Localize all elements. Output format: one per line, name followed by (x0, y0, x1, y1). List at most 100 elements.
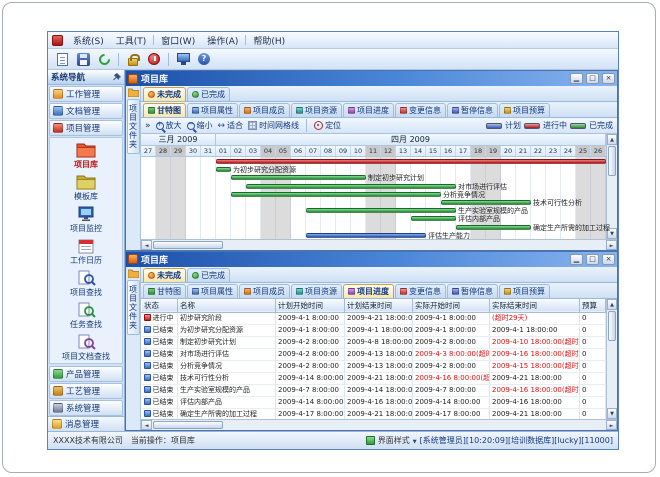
help-button[interactable] (195, 50, 213, 68)
project-folder-tab[interactable]: 项目文件夹 (127, 99, 140, 154)
menu-help[interactable]: 帮助(H) (248, 33, 290, 48)
scroll-up-arrow[interactable]: ▲ (607, 299, 617, 310)
sidebar-group-product[interactable]: 产品管理 (49, 366, 123, 382)
sidebar-item-work-calendar[interactable]: 工作日历 (50, 237, 122, 267)
column-header[interactable]: 计划结束时间 (345, 299, 413, 312)
scroll-thumb[interactable] (153, 241, 223, 249)
tab-gantt[interactable]: 甘特图 (143, 284, 186, 298)
column-header[interactable]: 名称 (178, 299, 276, 312)
scroll-thumb[interactable] (608, 146, 616, 176)
column-header[interactable]: 实际开始时间 (413, 299, 490, 312)
table-row[interactable]: 已结束生产实验室规模的产品2009-4-7 8:00:002009-4-14 1… (142, 384, 607, 396)
tab-pause-info[interactable]: 暂停信息 (447, 284, 498, 298)
tab-project-attributes[interactable]: 项目属性 (187, 103, 238, 117)
table-row[interactable]: 已结束评估内部产品2009-4-14 8:00:002009-4-16 18:0… (142, 396, 607, 408)
tab-project-members[interactable]: 项目成员 (239, 103, 290, 117)
minimize-button[interactable]: ▁ (570, 254, 583, 265)
gantt-bar[interactable] (441, 200, 531, 205)
document-button[interactable] (53, 50, 71, 68)
logout-button[interactable] (145, 50, 163, 68)
window-titlebar[interactable]: 项目库 ▁ □ × (126, 71, 617, 86)
sidebar-group-work[interactable]: 工作管理 (49, 86, 123, 102)
menu-window[interactable]: 窗口(W) (156, 33, 200, 48)
tab-project-budget[interactable]: 项目预算 (499, 103, 550, 117)
scroll-down-arrow[interactable]: ▼ (607, 408, 617, 419)
tab-change-info[interactable]: 变更信息 (395, 103, 446, 117)
lock-button[interactable] (124, 50, 142, 68)
menu-system[interactable]: 系统(S) (68, 33, 109, 48)
style-dropdown-arrow[interactable] (413, 436, 417, 445)
tab-project-budget[interactable]: 项目预算 (499, 284, 550, 298)
tab-project-progress[interactable]: 项目进度 (343, 103, 394, 117)
scroll-right-arrow[interactable]: ► (606, 240, 617, 250)
gantt-bar[interactable] (411, 216, 456, 221)
tab-unfinished[interactable]: 未完成 (143, 87, 186, 101)
gantt-bar[interactable] (246, 184, 456, 189)
scroll-left-arrow[interactable]: ◄ (141, 240, 152, 250)
sidebar-item-project-monitor[interactable]: 项目监控 (50, 205, 122, 235)
table-row[interactable]: 进行中初步研究阶段2009-4-1 8:00:002009-4-21 18:00… (142, 312, 607, 324)
column-header[interactable]: 预算 (580, 299, 606, 312)
scroll-thumb[interactable] (608, 311, 616, 341)
tab-project-members[interactable]: 项目成员 (239, 284, 290, 298)
column-header[interactable]: 计划开始时间 (276, 299, 345, 312)
gantt-bar[interactable] (216, 159, 606, 164)
minimize-button[interactable]: ▁ (570, 73, 583, 84)
sidebar-item-task-search[interactable]: 任务查找 (50, 301, 122, 331)
horizontal-scrollbar[interactable]: ◄ ► (141, 419, 617, 430)
gantt-bar[interactable] (306, 208, 456, 213)
message-management-tab[interactable]: 消息管理 (48, 416, 124, 431)
tab-finished[interactable]: 已完成 (187, 268, 230, 282)
gantt-bar[interactable] (231, 175, 366, 180)
locate-button[interactable]: 定位 (314, 120, 341, 131)
scroll-left-arrow[interactable]: ◄ (141, 420, 152, 430)
sidebar-item-project-library[interactable]: 项目库 (50, 141, 122, 171)
tab-project-resources[interactable]: 项目资源 (291, 284, 342, 298)
zoom-out-button[interactable]: 缩小 (187, 120, 213, 131)
sidebar-item-project-doc-search[interactable]: 项目文档查找 (50, 333, 122, 363)
menu-tools[interactable]: 工具(T) (111, 33, 152, 48)
monitor-button[interactable] (174, 50, 192, 68)
interface-style-label[interactable]: 界面样式 (378, 435, 410, 446)
horizontal-scrollbar[interactable]: ◄ ► (141, 239, 617, 250)
column-header[interactable]: 状态 (142, 299, 178, 312)
table-row[interactable]: 已结束确定生产所需的加工过程2009-4-17 8:00:002009-4-21… (142, 408, 607, 419)
menu-operation[interactable]: 操作(A) (202, 33, 243, 48)
table-row[interactable]: 已结束对市场进行评估2009-4-2 8:00:002009-4-13 18:0… (142, 348, 607, 360)
tab-unfinished[interactable]: 未完成 (143, 268, 186, 282)
sidebar-group-project[interactable]: 项目管理 (49, 120, 123, 136)
overflow-chevron-icon[interactable]: » (145, 121, 151, 131)
table-row[interactable]: 已结束技术可行性分析2009-4-14 8:00:002009-4-21 18:… (142, 372, 607, 384)
column-header[interactable]: 实际结束时间 (490, 299, 580, 312)
close-button[interactable]: × (602, 254, 615, 265)
scroll-thumb[interactable] (153, 421, 223, 429)
table-row[interactable]: 已结束为初步研究分配资源2009-4-1 8:00:002009-4-1 18:… (142, 324, 607, 336)
sidebar-item-project-search[interactable]: 项目查找 (50, 269, 122, 299)
gantt-bar[interactable] (231, 192, 441, 197)
time-grid-button[interactable]: 时间网格线 (248, 120, 299, 131)
tab-finished[interactable]: 已完成 (187, 87, 230, 101)
sidebar-group-craft[interactable]: 工艺管理 (49, 383, 123, 399)
sidebar-item-template-library[interactable]: 模板库 (50, 173, 122, 203)
vertical-scrollbar[interactable]: ▲ ▼ (606, 299, 617, 420)
sidebar-group-document[interactable]: 文档管理 (49, 103, 123, 119)
table-row[interactable]: 已结束分析竞争情况2009-4-2 8:00:002009-4-13 18:00… (142, 360, 607, 372)
table-row[interactable]: 已结束制定初步研究计划2009-4-2 8:00:002009-4-8 18:0… (142, 336, 607, 348)
tab-project-attributes[interactable]: 项目属性 (187, 284, 238, 298)
scroll-up-arrow[interactable]: ▲ (607, 134, 617, 145)
tab-project-resources[interactable]: 项目资源 (291, 103, 342, 117)
window-titlebar[interactable]: 项目库 ▁ □ × (126, 252, 617, 267)
fit-button[interactable]: 适合 (218, 120, 244, 131)
sidebar-group-system[interactable]: 系统管理 (49, 400, 123, 416)
scroll-right-arrow[interactable]: ► (606, 420, 617, 430)
refresh-button[interactable] (95, 50, 113, 68)
maximize-button[interactable]: □ (586, 254, 599, 265)
close-button[interactable]: × (602, 73, 615, 84)
maximize-button[interactable]: □ (586, 73, 599, 84)
gantt-bar[interactable] (306, 233, 426, 238)
tab-pause-info[interactable]: 暂停信息 (447, 103, 498, 117)
tab-project-progress[interactable]: 项目进度 (343, 284, 394, 298)
zoom-in-button[interactable]: 放大 (156, 120, 182, 131)
pushpin-icon[interactable] (113, 73, 121, 81)
gantt-bar[interactable] (216, 167, 231, 172)
